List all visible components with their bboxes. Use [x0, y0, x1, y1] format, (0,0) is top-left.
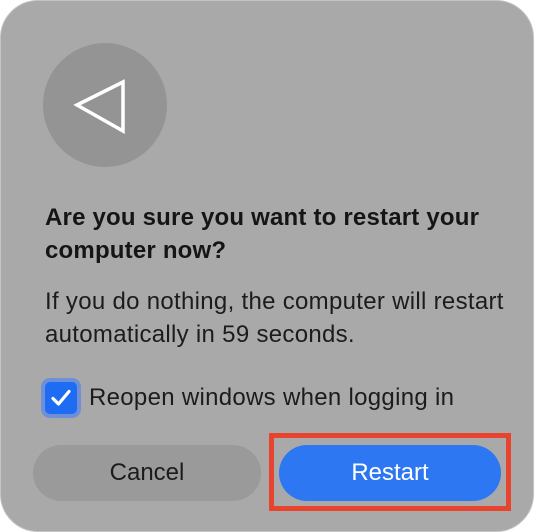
- checkmark-icon: [51, 389, 71, 406]
- reopen-windows-checkbox[interactable]: [41, 378, 81, 418]
- restart-dialog: Are you sure you want to restart your co…: [0, 0, 534, 532]
- dialog-message: If you do nothing, the computer will res…: [45, 288, 504, 348]
- reopen-windows-label: Reopen windows when logging in: [89, 384, 455, 411]
- reopen-windows-option[interactable]: Reopen windows when logging in: [41, 377, 454, 419]
- back-triangle-icon: [73, 79, 125, 134]
- restart-app-icon: [43, 43, 167, 167]
- dialog-title: Are you sure you want to restart your co…: [45, 204, 480, 264]
- restart-button[interactable]: Restart: [279, 445, 501, 501]
- cancel-button[interactable]: Cancel: [33, 445, 261, 501]
